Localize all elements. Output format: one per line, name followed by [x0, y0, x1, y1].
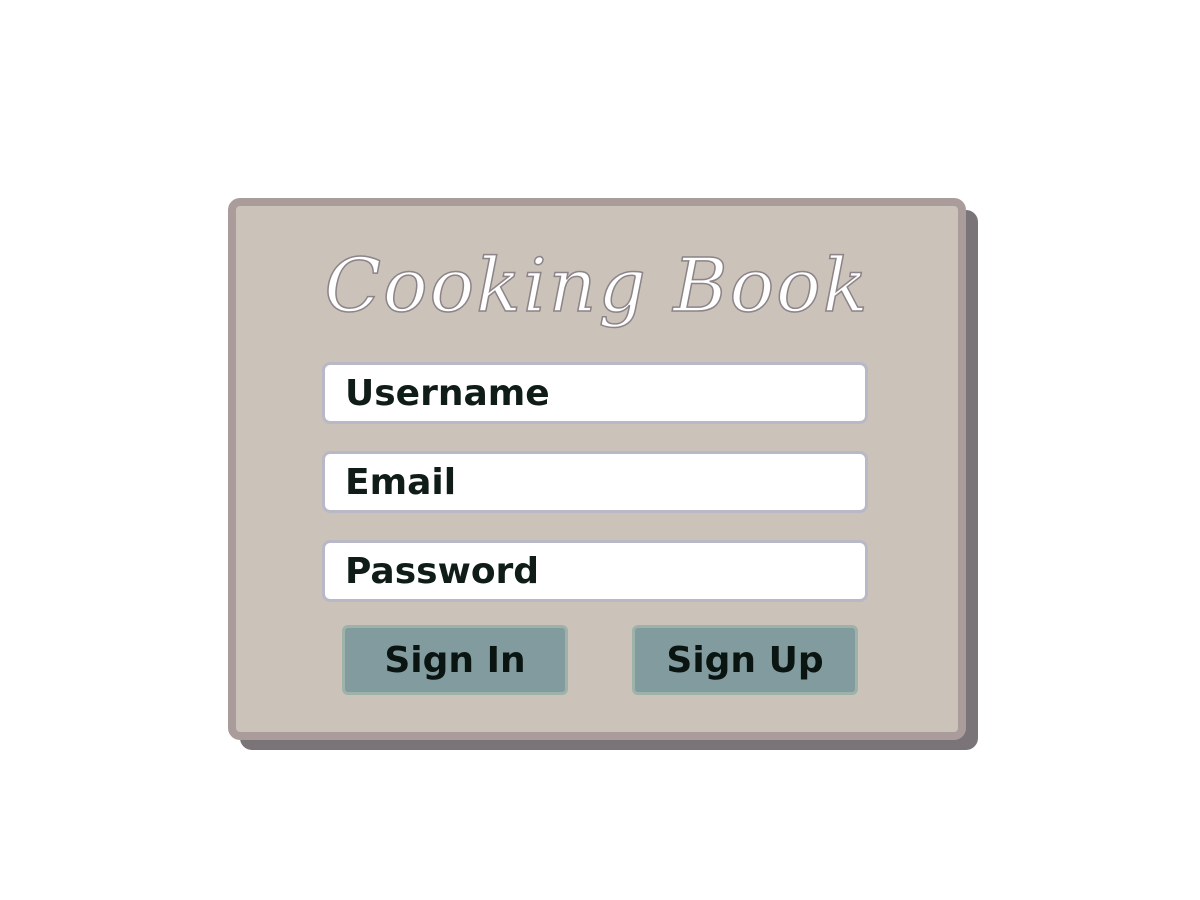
email-field[interactable]: Email — [322, 451, 868, 513]
sign-up-button[interactable]: Sign Up — [632, 625, 858, 695]
login-screen: Cooking Book Username Email Password Sig… — [0, 0, 1200, 900]
login-card: Cooking Book Username Email Password Sig… — [228, 198, 966, 740]
app-title: Cooking Book — [324, 242, 870, 330]
password-field[interactable]: Password — [322, 540, 868, 602]
username-field[interactable]: Username — [322, 362, 868, 424]
sign-in-button[interactable]: Sign In — [342, 625, 568, 695]
